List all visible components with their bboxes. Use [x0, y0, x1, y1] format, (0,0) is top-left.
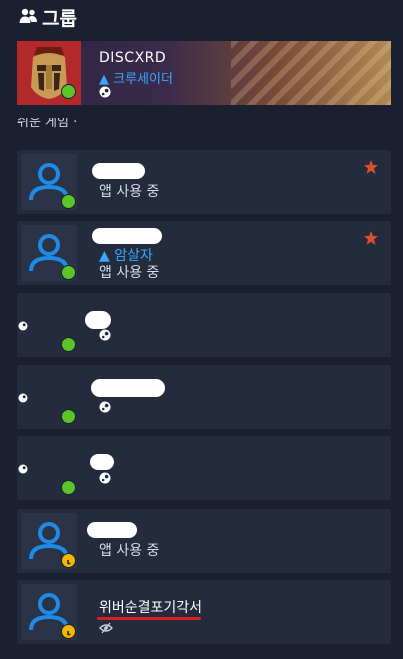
activity-text: 앱 사용 중: [99, 543, 160, 559]
section-label: 쉬운 게임 · -: [17, 118, 387, 130]
star-icon[interactable]: [363, 230, 379, 246]
friend-card[interactable]: [17, 293, 391, 357]
away-status-dot: [61, 624, 76, 639]
friend-card[interactable]: ▲ 암살자 앱 사용 중: [17, 221, 391, 285]
group-icon: [19, 8, 37, 23]
away-status-dot: [61, 553, 76, 568]
friend-card[interactable]: 앱 사용 중: [17, 509, 391, 573]
avatar[interactable]: [17, 41, 81, 105]
group-header: 그룹: [0, 0, 403, 36]
online-status-dot: [61, 409, 76, 424]
friend-card[interactable]: [17, 365, 391, 429]
online-status-dot: [61, 84, 76, 99]
activity-text: 앱 사용 중: [99, 184, 160, 200]
steam-icon: [99, 329, 111, 341]
steam-icon: [99, 86, 111, 98]
friend-card[interactable]: 위버순결포기각서: [17, 580, 391, 644]
star-icon[interactable]: [363, 159, 379, 175]
redacted-name: [87, 522, 137, 538]
friend-card[interactable]: [17, 436, 391, 500]
activity-text: 앱 사용 중: [99, 265, 160, 281]
redacted-name: [92, 163, 145, 179]
eye-slash-icon: [99, 622, 113, 634]
friend-name: DISCXRD: [99, 50, 167, 66]
background-artwork: [231, 41, 391, 105]
red-underline-annotation: [97, 617, 201, 620]
online-status-dot: [61, 337, 76, 352]
online-status-dot: [61, 265, 76, 280]
redacted-name: [91, 379, 165, 397]
online-status-dot: [61, 480, 76, 495]
online-status-dot: [61, 194, 76, 209]
page-title: 그룹: [42, 8, 77, 30]
collapse-dash[interactable]: -: [17, 118, 385, 129]
redacted-name: [92, 228, 162, 244]
friend-card[interactable]: 앱 사용 중: [17, 150, 391, 214]
redacted-name: [85, 311, 111, 329]
friend-name: 위버순결포기각서: [99, 600, 203, 616]
steam-icon: [99, 401, 111, 413]
clock-icon: [67, 631, 71, 636]
clock-icon: [67, 560, 71, 565]
steam-icon: [99, 472, 111, 484]
redacted-name: [90, 454, 114, 470]
featured-friend-card[interactable]: DISCXRD ▲ 크루세이더: [17, 41, 391, 105]
friend-rank: ▲ 크루세이더: [99, 72, 173, 87]
